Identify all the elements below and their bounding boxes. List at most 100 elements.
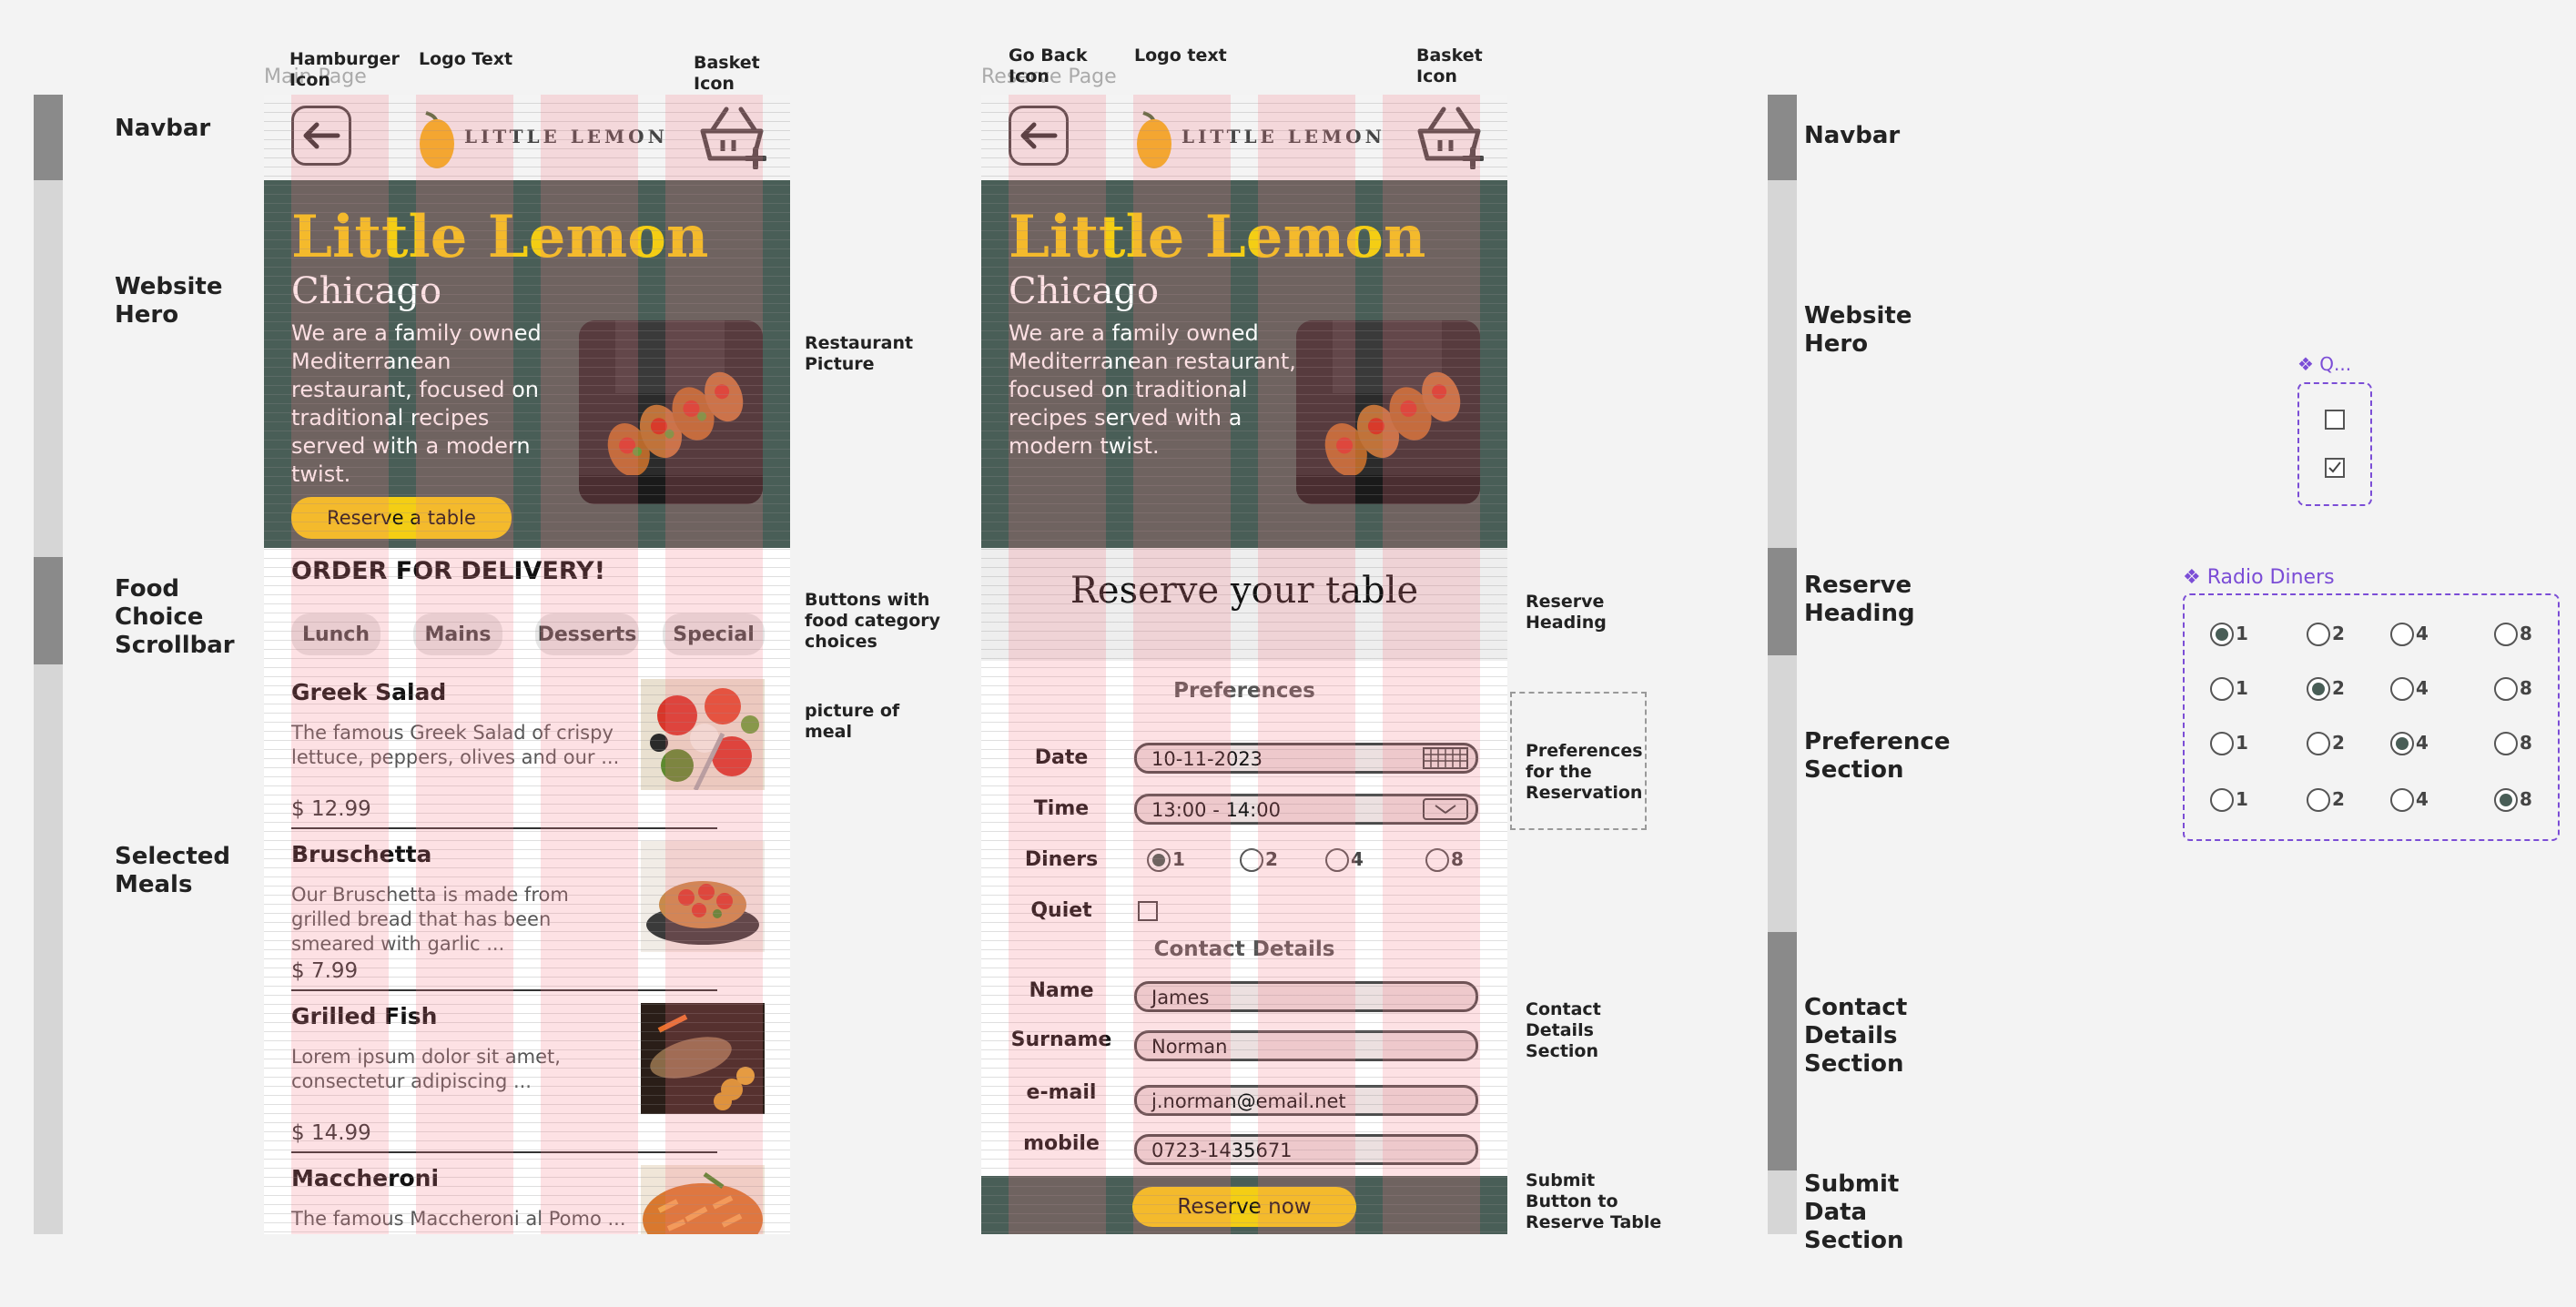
meal-picture-maccheroni[interactable] [641,1165,765,1234]
meal-title[interactable]: Maccheroni [291,1165,439,1191]
diners-radio-8[interactable] [1425,848,1449,872]
time-value: 13:00 - 14:00 [1151,799,1281,821]
diners-option-label: 4 [1351,848,1364,870]
category-desserts[interactable]: Desserts [535,613,639,655]
right-label-navbar: Navbar [1804,122,1901,149]
annotation-buttons-food: Buttons with food category choices [805,590,941,652]
category-mains[interactable]: Mains [413,613,502,655]
main-page-frame: LITTLE LEMON Little Lemon Chicago We are… [264,95,790,1234]
reserve-now-button[interactable]: Reserve now [1132,1187,1356,1227]
checkbox-checked[interactable] [2325,458,2345,478]
radio-variant-label: 1 [2236,788,2248,810]
radio-variant-option[interactable] [2494,788,2518,812]
meal-divider [291,827,717,829]
radio-variant-option[interactable] [2390,788,2414,812]
radio-variant-option[interactable] [2210,788,2234,812]
date-input[interactable]: 10-11-2023 [1134,743,1478,774]
logo-text: LITTLE LEMON [464,126,668,147]
diners-radio-1[interactable] [1147,848,1171,872]
calendar-icon[interactable] [1423,747,1468,769]
mobile-input[interactable]: 0723-1435671 [1134,1134,1478,1165]
left-bar-meals [34,664,63,1234]
radio-variant-label: 2 [2332,732,2345,754]
category-lunch[interactable]: Lunch [291,613,380,655]
quiet-checkbox[interactable] [1138,901,1158,921]
annotation-reserve-heading: Reserve Heading [1526,592,1607,633]
logo-text: LITTLE LEMON [1182,126,1385,147]
checkbox-unchecked[interactable] [2325,410,2345,430]
radio-variant-label: 1 [2236,623,2248,644]
left-bar-navbar [34,95,63,180]
basket-button[interactable] [1416,104,1485,174]
preferences-title: Preferences [1173,679,1315,703]
reserve-heading: Reserve your table [1070,570,1419,612]
diners-radio-4[interactable] [1325,848,1349,872]
annotation-basket-reserve: Basket Icon [1416,46,1483,86]
radio-variant-option[interactable] [2494,677,2518,701]
meal-picture-greek-salad[interactable] [641,679,765,790]
radio-variant-option[interactable] [2390,732,2414,755]
arrow-left-icon [303,122,340,149]
radio-variant-option[interactable] [2390,677,2414,701]
meal-title[interactable]: Greek Salad [291,679,446,705]
right-bar-reserve-heading [1768,548,1797,655]
right-label-hero: Website Hero [1804,302,1912,358]
surname-input[interactable]: Norman [1134,1030,1478,1061]
time-select[interactable]: 13:00 - 14:00 [1134,794,1478,825]
category-special[interactable]: Special [663,613,765,655]
radio-variant-label: 2 [2332,677,2345,699]
basket-button[interactable] [699,104,767,174]
annotation-logo-text-main: Logo Text [419,49,513,69]
right-label-submit: Submit Data Section [1804,1170,1904,1254]
meal-description: Our Bruschetta is made from grilled brea… [291,884,569,955]
check-icon [2328,461,2341,473]
arrow-left-icon [1020,122,1058,149]
name-input[interactable]: James [1134,981,1478,1012]
right-label-contact: Contact Details Section [1804,994,1908,1078]
meal-picture-grilled-fish[interactable] [641,1003,765,1114]
lemon-logo-icon [1134,107,1174,176]
radio-variant-option[interactable] [2494,732,2518,755]
radio-variant-option[interactable] [2210,677,2234,701]
diners-option-label: 1 [1172,848,1185,870]
date-label: Date [1034,746,1089,769]
radio-variant-option[interactable] [2210,623,2234,646]
radio-variant-option[interactable] [2390,623,2414,646]
annotation-picture-meal: picture of meal [805,701,900,742]
hero-title: Little Lemon [291,203,709,271]
hero-description: We are a family owned Mediterranean rest… [1009,320,1296,459]
meal-picture-bruschetta[interactable] [641,841,765,952]
annotation-submit-button: Submit Button to Reserve Table [1526,1170,1662,1232]
right-label-reserve-heading: Reserve Heading [1804,572,1915,627]
left-label-navbar: Navbar [115,115,211,142]
radio-variant-option[interactable] [2307,732,2330,755]
back-button[interactable] [1009,106,1069,166]
radio-component-title: ❖ Radio Diners [2183,566,2335,589]
radio-variant-option[interactable] [2210,732,2234,755]
left-bar-hero [34,180,63,557]
meal-title[interactable]: Grilled Fish [291,1003,437,1029]
hero-city: Chicago [291,270,442,312]
radio-variant-option[interactable] [2307,623,2330,646]
radio-variant-option[interactable] [2307,677,2330,701]
reserve-table-button[interactable]: Reserve a table [291,497,512,539]
chevron-down-icon[interactable] [1423,798,1468,820]
radio-variant-option[interactable] [2307,788,2330,812]
diners-option-label: 2 [1265,848,1278,870]
diners-radio-2[interactable] [1240,848,1263,872]
basket-icon [700,106,767,170]
email-input[interactable]: j.norman@email.net [1134,1085,1478,1116]
radio-variant-label: 4 [2416,677,2429,699]
quiet-label: Quiet [1030,899,1092,922]
lemon-logo-icon [417,107,457,176]
hero-section: Little Lemon Chicago We are a family own… [981,180,1507,548]
back-button[interactable] [291,106,351,166]
meal-title[interactable]: Bruschetta [291,841,431,867]
radio-variant-label: 2 [2332,788,2345,810]
order-heading: ORDER FOR DELIVERY! [291,557,606,585]
radio-variant-option[interactable] [2494,623,2518,646]
meal-price: $ 14.99 [291,1121,371,1145]
right-bar-submit [1768,1170,1797,1234]
meal-price: $ 7.99 [291,959,359,983]
right-label-preferences: Preference Section [1804,728,1951,784]
